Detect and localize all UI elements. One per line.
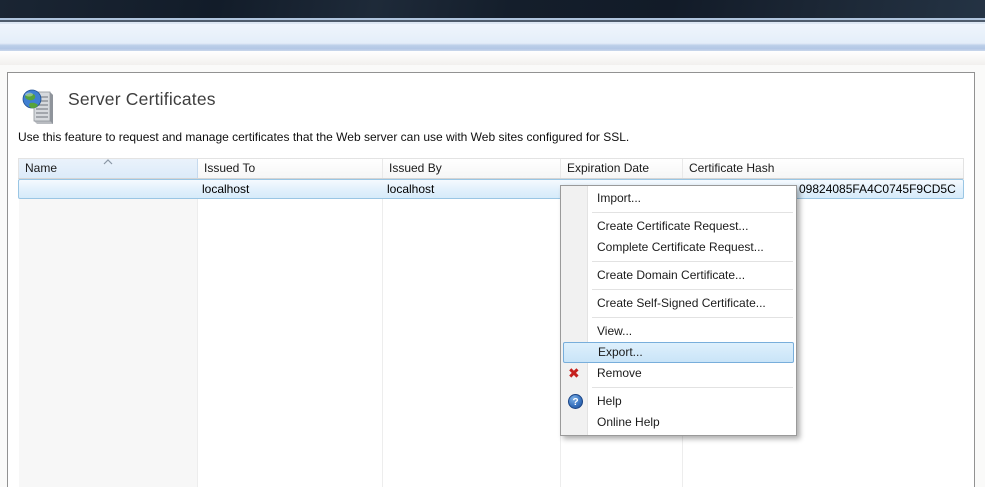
feature-description: Use this feature to request and manage c… — [18, 130, 629, 144]
window-titlebar[interactable] — [0, 0, 985, 18]
cell-issued-by: localhost — [382, 180, 560, 198]
menu-item-export[interactable]: Export... — [563, 342, 794, 363]
column-header-label: Expiration Date — [567, 161, 649, 175]
toolbar-blue-strip — [0, 43, 985, 51]
menu-separator — [592, 212, 793, 213]
certificate-row-selected[interactable]: localhost localhost 09824085FA4C0745F9CD… — [18, 179, 964, 199]
toolbar-fade-strip — [0, 51, 985, 65]
menu-separator — [592, 387, 793, 388]
menu-separator — [592, 289, 793, 290]
menu-item-complete-certificate-request[interactable]: Complete Certificate Request... — [561, 237, 796, 258]
list-body: localhost localhost 09824085FA4C0745F9CD… — [18, 179, 964, 487]
list-header-row: Name Issued To Issued By Expiration Date… — [18, 158, 964, 179]
column-header-expiration-date[interactable]: Expiration Date — [561, 159, 683, 178]
context-menu: Import... Create Certificate Request... … — [560, 185, 797, 436]
column-header-label: Certificate Hash — [689, 161, 774, 175]
server-certificates-icon — [20, 86, 60, 126]
column-header-certificate-hash[interactable]: Certificate Hash — [683, 159, 963, 178]
help-icon: ? — [568, 394, 583, 409]
column-header-label: Issued To — [204, 161, 255, 175]
column-header-name[interactable]: Name — [19, 159, 198, 178]
menu-item-create-certificate-request[interactable]: Create Certificate Request... — [561, 216, 796, 237]
remove-x-icon: ✖ — [568, 363, 580, 384]
iis-manager-window: Server Certificates Use this feature to … — [0, 0, 985, 487]
menu-separator — [592, 261, 793, 262]
feature-content-panel: Server Certificates Use this feature to … — [7, 72, 975, 487]
sorted-column-shading — [19, 179, 198, 487]
column-header-issued-to[interactable]: Issued To — [198, 159, 383, 178]
cell-issued-to: localhost — [197, 180, 382, 198]
sort-ascending-icon — [103, 159, 113, 165]
column-header-label: Issued By — [389, 161, 442, 175]
menu-item-import[interactable]: Import... — [561, 188, 796, 209]
menu-item-view[interactable]: View... — [561, 321, 796, 342]
menu-item-label: Remove — [597, 366, 642, 380]
column-header-issued-by[interactable]: Issued By — [383, 159, 561, 178]
address-bar-strip — [0, 24, 985, 43]
column-header-label: Name — [25, 161, 57, 175]
page-title: Server Certificates — [68, 89, 216, 110]
menu-item-remove[interactable]: ✖ Remove — [561, 363, 796, 384]
menu-separator — [592, 317, 793, 318]
menu-item-create-self-signed-certificate[interactable]: Create Self-Signed Certificate... — [561, 293, 796, 314]
menu-item-help[interactable]: ? Help — [561, 391, 796, 412]
column-gridline — [382, 179, 383, 487]
certificates-list: Name Issued To Issued By Expiration Date… — [18, 158, 964, 487]
menu-item-label: Help — [597, 394, 622, 408]
menu-item-online-help[interactable]: Online Help — [561, 412, 796, 433]
column-gridline — [197, 179, 198, 487]
menu-item-create-domain-certificate[interactable]: Create Domain Certificate... — [561, 265, 796, 286]
cell-name — [19, 180, 197, 198]
